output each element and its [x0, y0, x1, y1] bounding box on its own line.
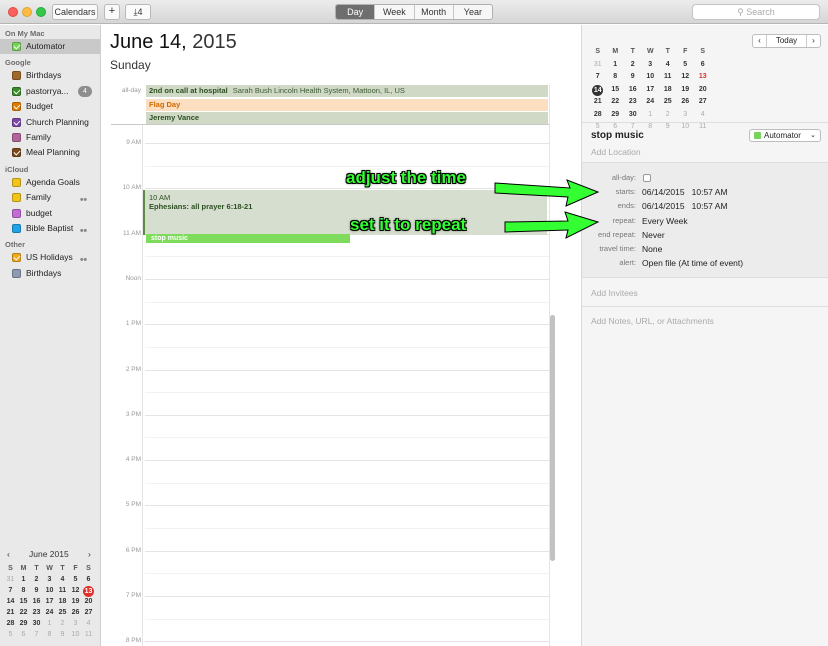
arrow-adjust-time	[494, 179, 600, 207]
annotation-arrows	[494, 179, 600, 239]
arrow-set-repeat	[504, 211, 600, 239]
